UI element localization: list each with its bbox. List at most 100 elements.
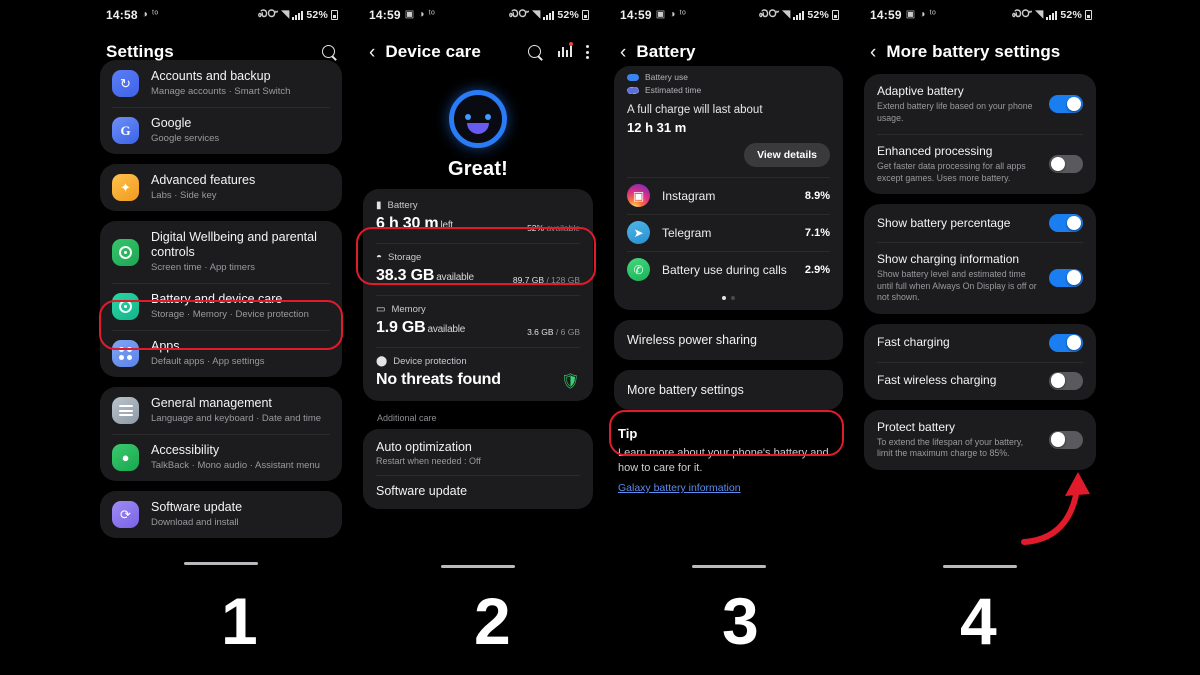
mute-icon: ᵗᵒ [428,9,435,20]
page-indicator[interactable] [614,288,843,310]
app-usage-row[interactable]: ▣ Instagram 8.9% [614,177,843,214]
settings-list[interactable]: ↻ Accounts and backup Manage accounts · … [90,60,352,538]
app-usage-row[interactable]: ➤ Telegram 7.1% [614,214,843,251]
storage-summary-item[interactable]: ◓ Storage 38.3 GB available 89.7 GB / 128… [363,243,593,295]
search-icon[interactable] [527,44,544,61]
fast-wireless-charging-toggle[interactable] [1049,371,1083,390]
enhanced-processing-row[interactable]: Enhanced processing Get faster data proc… [864,134,1096,194]
memory-summary-item[interactable]: ▭ Memory 1.9 GB available 3.6 GB / 6 GB [363,295,593,347]
more-battery-settings-row[interactable]: More battery settings [614,370,843,410]
item-label: Device protection [393,356,467,367]
settings-group-1: ↻ Accounts and backup Manage accounts · … [100,60,342,154]
more-battery-settings-card[interactable]: More battery settings [614,370,843,410]
app-usage-row[interactable]: ✆ Battery use during calls 2.9% [614,251,843,288]
app-bar: ‹ Device care [353,30,603,74]
sidebar-item-battery-device-care[interactable]: Battery and device care Storage · Memory… [100,283,342,330]
phone-panel-device-care: 14:59 ▣ ◑ ᵗᵒ ᏍᏅ ◥ 52% ‹ Device care Grea… [353,0,603,575]
link-icon: ᏍᏅ [1012,9,1033,20]
nav-bar-pill [691,564,766,568]
back-icon[interactable]: ‹ [369,43,375,62]
fast-charging-toggle[interactable] [1049,333,1083,352]
status-bar: 14:59 ▣ ◑ ᵗᵒ ᏍᏅ ◥ 52% [353,0,603,30]
settings-group-3: Digital Wellbeing and parental controls … [100,221,342,377]
accessibility-icon: ● [112,444,139,471]
page-title: Settings [106,42,174,61]
status-bar-left: 14:58 ◑ ᵗᵒ [106,8,158,22]
alarm-icon: ◑ [418,9,425,20]
item-label: Battery [387,200,418,211]
protect-battery-toggle[interactable] [1049,430,1083,449]
item-title: Accounts and backup [151,69,271,83]
item-unit: available [436,272,474,283]
view-details-button[interactable]: View details [744,143,830,167]
sidebar-item-apps[interactable]: Apps Default apps · App settings [100,330,342,377]
more-battery-settings-list[interactable]: Adaptive battery Extend battery life bas… [854,74,1106,470]
shield-icon: ⬤ [376,355,388,367]
item-subtitle: Default apps · App settings [151,356,265,367]
meta-rest: available [544,223,580,233]
screenshot-icon: ▣ [655,9,666,20]
enhanced-processing-toggle[interactable] [1049,155,1083,173]
toggle-group-2: Show battery percentage Show charging in… [864,204,1096,314]
fast-charging-row[interactable]: Fast charging [864,324,1096,362]
full-charge-value: 12 h 31 m [627,120,687,135]
item-subtitle: Screen time · App timers [151,262,256,273]
usage-chart-icon[interactable] [558,41,573,61]
legend-label: Battery use [645,72,688,82]
sidebar-item-accessibility[interactable]: ● Accessibility TalkBack · Mono audio · … [100,434,342,481]
back-icon[interactable]: ‹ [870,43,876,62]
item-title: Auto optimization [376,440,472,454]
step-number-1: 1 [221,584,258,658]
sidebar-item-digital-wellbeing[interactable]: Digital Wellbeing and parental controls … [100,221,342,283]
alarm-icon: ◑ [919,9,926,20]
full-charge-line: A full charge will last about [627,104,763,116]
additional-care-card: Auto optimization Restart when needed : … [363,429,593,509]
battery-icon [582,10,589,20]
search-icon[interactable] [321,44,338,61]
battery-percent: 52% [306,9,328,21]
item-title: Battery and device care [151,292,283,306]
more-options-icon[interactable] [585,45,589,59]
sidebar-item-general-management[interactable]: General management Language and keyboard… [100,387,342,434]
sidebar-item-google[interactable]: G Google Google services [100,107,342,154]
battery-summary-item[interactable]: ▮ Battery 6 h 30 m left 52% available [363,191,593,243]
nav-bar-pill [943,564,1017,568]
show-charging-information-toggle[interactable] [1049,268,1083,287]
wireless-power-sharing-card[interactable]: Wireless power sharing [614,320,843,360]
app-name: Telegram [662,225,712,240]
show-charging-information-row[interactable]: Show charging information Show battery l… [864,242,1096,314]
sidebar-item-accounts[interactable]: ↻ Accounts and backup Manage accounts · … [100,60,342,107]
digital-wellbeing-icon [112,238,139,266]
google-icon: G [112,117,139,144]
screenshot-icon: ▣ [905,9,916,20]
auto-optimization-item[interactable]: Auto optimization Restart when needed : … [363,431,593,475]
show-battery-percentage-row[interactable]: Show battery percentage [864,204,1096,242]
meta-bold: 52% [527,223,545,233]
settings-group-4: General management Language and keyboard… [100,387,342,481]
adaptive-battery-toggle[interactable] [1049,95,1083,113]
meta-bold: 89.7 GB [512,275,545,285]
shield-ok-icon: 🛡 [560,373,580,390]
show-battery-percentage-toggle[interactable] [1049,214,1083,232]
sidebar-item-advanced-features[interactable]: ✦ Advanced features Labs · Side key [100,164,342,211]
fast-wireless-charging-row[interactable]: Fast wireless charging [864,361,1096,400]
instagram-icon: ▣ [627,184,650,207]
row-title: Fast charging [877,335,950,349]
status-time: 14:59 [369,8,401,22]
device-care-list[interactable]: ▮ Battery 6 h 30 m left 52% available ◓ S… [353,189,603,509]
screenshot-icon: ▣ [404,9,415,20]
general-management-icon [112,397,139,424]
wireless-power-sharing-row[interactable]: Wireless power sharing [614,320,843,360]
software-update-item[interactable]: Software update [363,475,593,507]
storage-icon: ◓ [376,251,383,263]
legend-swatch-battery-use [627,73,639,81]
galaxy-battery-information-link[interactable]: Galaxy battery information [614,482,745,494]
sidebar-item-software-update[interactable]: ⟳ Software update Download and install [100,491,342,538]
back-icon[interactable]: ‹ [620,43,626,62]
chart-legend: Battery use Estimated time [614,66,843,97]
device-protection-item[interactable]: ⬤ Device protection No threats found 🛡 [363,347,593,399]
adaptive-battery-row[interactable]: Adaptive battery Extend battery life bas… [864,74,1096,134]
battery-list[interactable]: Battery use Estimated time A full charge… [604,66,853,496]
row-title: Protect battery [877,419,956,434]
tip-text: Learn more about your phone's battery an… [618,447,829,474]
